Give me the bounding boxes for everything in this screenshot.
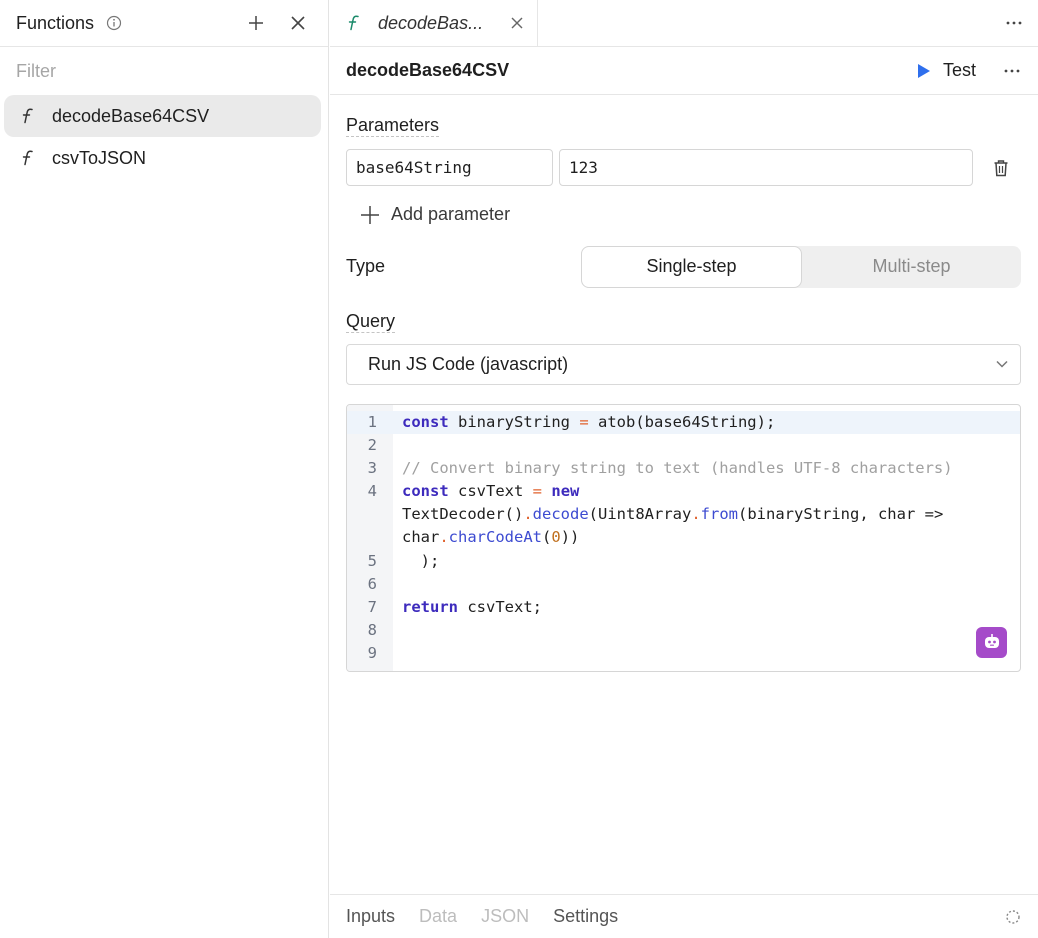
- close-icon: [511, 17, 523, 29]
- function-icon: [18, 148, 38, 168]
- line-number: 4: [367, 481, 377, 500]
- query-select-value: Run JS Code (javascript): [368, 353, 569, 374]
- type-label: Type: [346, 256, 386, 276]
- tab-data[interactable]: Data: [419, 906, 457, 927]
- bottom-tab-bar: Inputs Data JSON Settings: [330, 894, 1038, 938]
- type-segmented-control: Single-step Multi-step: [581, 245, 1021, 288]
- code-text: const binaryString = atob(base64String);: [402, 412, 776, 431]
- parameter-name-input[interactable]: [346, 149, 553, 186]
- add-parameter-label: Add parameter: [391, 204, 511, 224]
- function-icon: [344, 13, 364, 33]
- add-parameter-button[interactable]: Add parameter: [360, 204, 510, 225]
- code-text: const csvText = new: [402, 481, 580, 500]
- line-number: 1: [367, 412, 377, 431]
- code-line: 6: [347, 573, 1020, 596]
- query-label: Query: [346, 310, 396, 333]
- line-number: 2: [367, 435, 377, 454]
- add-function-button[interactable]: [242, 9, 270, 37]
- tab-json[interactable]: JSON: [481, 906, 529, 927]
- loading-spinner-icon: [1004, 908, 1022, 926]
- code-line: TextDecoder().decode(Uint8Array.from(bin…: [347, 503, 1020, 526]
- function-item-decodebase64csv[interactable]: decodeBase64CSV: [4, 95, 321, 137]
- plus-icon: [249, 16, 263, 30]
- code-line: 9: [347, 642, 1020, 665]
- type-option-single-step[interactable]: Single-step: [581, 245, 802, 288]
- functions-title: Functions: [16, 12, 95, 33]
- line-number: 5: [367, 551, 377, 570]
- test-button-label: Test: [942, 60, 976, 80]
- close-panel-button[interactable]: [284, 9, 312, 37]
- code-line: 3 // Convert binary string to text (hand…: [347, 457, 1020, 480]
- function-header: decodeBase64CSV Test: [330, 47, 1038, 95]
- line-number: 6: [367, 574, 377, 593]
- tab-inputs[interactable]: Inputs: [346, 906, 395, 927]
- function-icon: [18, 106, 38, 126]
- function-list: decodeBase64CSV csvToJSON: [0, 95, 328, 179]
- type-option-multi-step[interactable]: Multi-step: [802, 246, 1021, 288]
- parameter-row: [346, 149, 1021, 186]
- close-icon: [291, 16, 305, 30]
- more-icon[interactable]: [1004, 13, 1024, 33]
- robot-icon: [984, 634, 999, 648]
- code-text: char.charCodeAt(0)): [402, 527, 580, 546]
- code-line: char.charCodeAt(0)): [347, 526, 1020, 549]
- line-number: 8: [367, 620, 377, 639]
- line-number: 3: [367, 458, 377, 477]
- tab-label: decodeBas...: [378, 12, 484, 33]
- code-line: 7 return csvText;: [347, 596, 1020, 619]
- code-line: 5 );: [347, 550, 1020, 573]
- more-icon[interactable]: [1002, 61, 1022, 81]
- test-button[interactable]: Test: [917, 60, 976, 81]
- function-content: Parameters Add parameter Type Single-ste…: [330, 95, 1038, 672]
- trash-icon[interactable]: [991, 158, 1011, 178]
- line-number: 9: [367, 643, 377, 662]
- type-row: Type Single-step Multi-step: [346, 245, 1021, 288]
- ai-assistant-button[interactable]: [976, 626, 1007, 658]
- function-item-csvtojson[interactable]: csvToJSON: [4, 137, 321, 179]
- code-text: );: [402, 551, 440, 570]
- query-select[interactable]: Run JS Code (javascript): [346, 343, 1021, 385]
- code-line: 4 const csvText = new: [347, 480, 1020, 503]
- code-text: return csvText;: [402, 597, 542, 616]
- functions-header: Functions: [0, 0, 328, 47]
- code-text: // Convert binary string to text (handle…: [402, 458, 953, 477]
- code-text: TextDecoder().decode(Uint8Array.from(bin…: [402, 504, 944, 523]
- code-line: 1 const binaryString = atob(base64String…: [347, 410, 1020, 434]
- line-number: 7: [367, 597, 377, 616]
- code-line: 8: [347, 619, 1020, 642]
- filter-field[interactable]: [0, 47, 328, 95]
- code-editor[interactable]: 1 const binaryString = atob(base64String…: [346, 403, 1021, 672]
- functions-panel: Functions decodeBase64CSV csvToJSON: [0, 0, 329, 938]
- tab-decodebase64csv[interactable]: decodeBas...: [330, 0, 538, 46]
- close-tab-button[interactable]: [508, 14, 526, 32]
- parameter-value-input[interactable]: [559, 149, 973, 186]
- code-line: 2: [347, 434, 1020, 457]
- chevron-down-icon: [996, 360, 1008, 368]
- function-editor-panel: decodeBas... decodeBase64CSV Test Parame…: [330, 0, 1038, 938]
- plus-icon: [360, 205, 380, 225]
- parameters-label: Parameters: [346, 115, 440, 137]
- function-name: decodeBase64CSV: [346, 60, 510, 80]
- function-item-label: csvToJSON: [52, 147, 147, 168]
- play-icon: [917, 63, 931, 79]
- info-icon[interactable]: [106, 15, 122, 31]
- tab-strip: decodeBas...: [330, 0, 1038, 47]
- function-item-label: decodeBase64CSV: [52, 105, 210, 126]
- filter-input[interactable]: [16, 60, 312, 82]
- tab-settings[interactable]: Settings: [553, 906, 618, 927]
